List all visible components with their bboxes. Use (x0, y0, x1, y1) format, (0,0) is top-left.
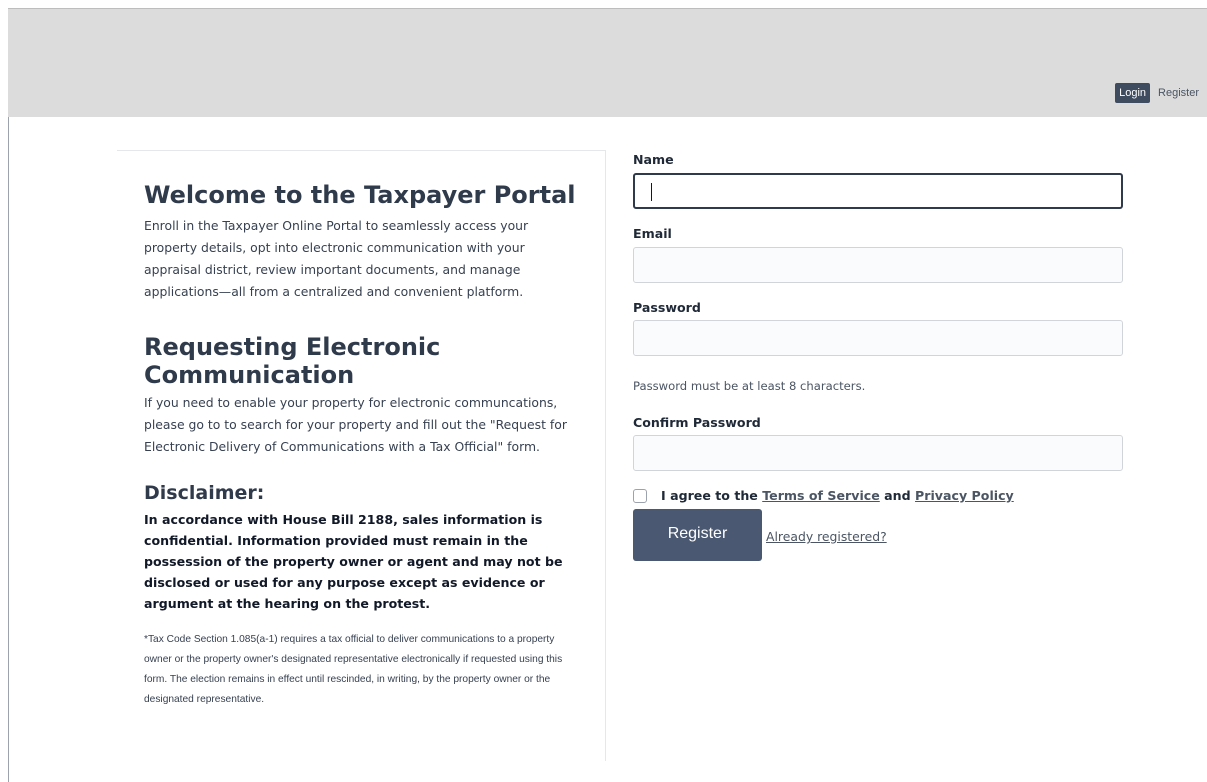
name-input[interactable] (633, 173, 1123, 209)
terms-checkbox[interactable] (633, 488, 647, 503)
agree-and: and (879, 488, 916, 503)
welcome-body: Enroll in the Taxpayer Online Portal to … (144, 218, 529, 299)
welcome-title: Welcome to the Taxpayer Portal (144, 181, 576, 209)
terms-of-service-link[interactable]: Terms of Service (762, 488, 880, 503)
password-input[interactable] (633, 320, 1123, 356)
email-input[interactable] (633, 247, 1123, 283)
confirm-password-label: Confirm Password (633, 415, 761, 430)
confirm-password-input[interactable] (633, 435, 1123, 471)
nav-register-link[interactable]: Register (1156, 83, 1201, 103)
nav-login-link[interactable]: Login (1115, 83, 1151, 103)
info-panel: Welcome to the Taxpayer Portal Enroll in… (117, 150, 606, 761)
password-label: Password (633, 300, 701, 315)
top-nav: Login Register (1115, 83, 1201, 103)
password-hint: Password must be at least 8 characters. (633, 379, 866, 393)
disclaimer-title: Disclaimer: (144, 482, 265, 504)
disclaimer-text: In accordance with House Bill 2188, sale… (144, 512, 563, 611)
info-panel-content: Welcome to the Taxpayer Portal Enroll in… (144, 179, 584, 710)
name-label: Name (633, 152, 674, 167)
window-left-border (8, 8, 9, 782)
electronic-body: If you need to enable your property for … (144, 395, 567, 454)
terms-agree-text: I agree to the Terms of Service and Priv… (661, 488, 1014, 503)
electronic-title: Requesting Electronic Communication (144, 333, 441, 389)
privacy-policy-link[interactable]: Privacy Policy (915, 488, 1014, 503)
already-registered-link[interactable]: Already registered? (766, 529, 887, 544)
register-button[interactable]: Register (633, 509, 762, 561)
top-header-bar: Login Register (8, 8, 1207, 117)
text-caret (651, 183, 652, 201)
agree-prefix: I agree to the (661, 488, 763, 503)
disclaimer-footnote: *Tax Code Section 1.085(a-1) requires a … (144, 634, 563, 705)
email-label: Email (633, 226, 672, 241)
terms-agree-row: I agree to the Terms of Service and Priv… (633, 488, 1014, 503)
